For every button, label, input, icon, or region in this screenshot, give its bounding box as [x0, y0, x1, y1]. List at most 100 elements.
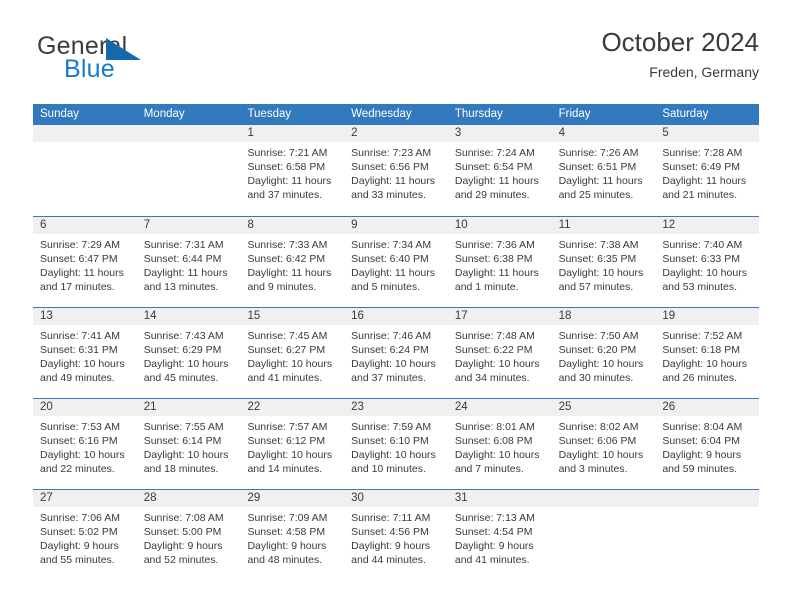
day-cell[interactable] — [33, 125, 137, 216]
day-details: Sunrise: 7:21 AM Sunset: 6:58 PM Dayligh… — [240, 142, 344, 202]
sunset-text: Sunset: 6:06 PM — [558, 435, 637, 448]
sunrise-text: Sunrise: 7:23 AM — [351, 147, 432, 159]
day-cell[interactable]: 25 Sunrise: 8:02 AM Sunset: 6:06 PM Dayl… — [551, 399, 656, 489]
day-cell[interactable] — [136, 125, 241, 216]
sunrise-text: Sunrise: 7:31 AM — [143, 239, 224, 251]
sunset-text: Sunset: 6:56 PM — [351, 161, 429, 174]
day-number: 7 — [136, 217, 241, 234]
daylight-text: Daylight: 9 hours and 52 minutes. — [143, 540, 223, 567]
day-cell[interactable] — [551, 490, 656, 580]
sunset-text: Sunset: 6:12 PM — [247, 435, 326, 448]
sunrise-text: Sunrise: 8:02 AM — [558, 421, 639, 433]
day-details: Sunrise: 7:09 AM Sunset: 4:58 PM Dayligh… — [240, 507, 344, 567]
daylight-text: Daylight: 10 hours and 7 minutes. — [454, 449, 540, 476]
page-title: October 2024 — [601, 27, 759, 57]
daylight-text: Daylight: 11 hours and 21 minutes. — [662, 175, 747, 202]
day-cell[interactable]: 9 Sunrise: 7:34 AM Sunset: 6:40 PM Dayli… — [344, 217, 448, 307]
sunrise-text: Sunrise: 7:59 AM — [351, 421, 432, 433]
daylight-text: Daylight: 10 hours and 57 minutes. — [558, 267, 644, 294]
daylight-text: Daylight: 10 hours and 26 minutes. — [662, 358, 747, 385]
day-details: Sunrise: 7:34 AM Sunset: 6:40 PM Dayligh… — [344, 234, 448, 294]
day-details: Sunrise: 7:33 AM Sunset: 6:42 PM Dayligh… — [240, 234, 344, 294]
day-details: Sunrise: 7:52 AM Sunset: 6:18 PM Dayligh… — [655, 325, 759, 385]
day-cell[interactable]: 12 Sunrise: 7:40 AM Sunset: 6:33 PM Dayl… — [655, 217, 760, 307]
day-cell[interactable]: 6 Sunrise: 7:29 AM Sunset: 6:47 PM Dayli… — [33, 217, 137, 307]
day-cell[interactable]: 14 Sunrise: 7:43 AM Sunset: 6:29 PM Dayl… — [136, 308, 241, 398]
daylight-text: Daylight: 10 hours and 34 minutes. — [454, 358, 540, 385]
day-cell[interactable]: 30 Sunrise: 7:11 AM Sunset: 4:56 PM Dayl… — [344, 490, 448, 580]
daylight-text: Daylight: 10 hours and 41 minutes. — [247, 358, 333, 385]
day-cell[interactable]: 10 Sunrise: 7:36 AM Sunset: 6:38 PM Dayl… — [447, 217, 552, 307]
day-cell[interactable]: 29 Sunrise: 7:09 AM Sunset: 4:58 PM Dayl… — [240, 490, 345, 580]
day-number: 3 — [447, 125, 552, 142]
day-cell[interactable]: 3 Sunrise: 7:24 AM Sunset: 6:54 PM Dayli… — [447, 125, 552, 216]
day-number: 27 — [33, 490, 137, 507]
day-cell[interactable]: 27 Sunrise: 7:06 AM Sunset: 5:02 PM Dayl… — [33, 490, 137, 580]
daylight-text: Daylight: 9 hours and 48 minutes. — [247, 540, 327, 567]
day-number: 25 — [551, 399, 656, 416]
day-details: Sunrise: 7:24 AM Sunset: 6:54 PM Dayligh… — [448, 142, 552, 202]
day-cell[interactable]: 22 Sunrise: 7:57 AM Sunset: 6:12 PM Dayl… — [240, 399, 345, 489]
sunset-text: Sunset: 6:31 PM — [40, 344, 118, 357]
day-cell[interactable]: 4 Sunrise: 7:26 AM Sunset: 6:51 PM Dayli… — [551, 125, 656, 216]
day-cell[interactable]: 20 Sunrise: 7:53 AM Sunset: 6:16 PM Dayl… — [33, 399, 137, 489]
daylight-text: Daylight: 10 hours and 14 minutes. — [247, 449, 333, 476]
day-cell[interactable]: 18 Sunrise: 7:50 AM Sunset: 6:20 PM Dayl… — [551, 308, 656, 398]
weekday-header-friday: Friday — [558, 108, 591, 120]
sunrise-text: Sunrise: 7:41 AM — [40, 330, 120, 342]
sunrise-text: Sunrise: 7:40 AM — [662, 239, 743, 251]
day-cell[interactable]: 23 Sunrise: 7:59 AM Sunset: 6:10 PM Dayl… — [344, 399, 448, 489]
week-row: 13 Sunrise: 7:41 AM Sunset: 6:31 PM Dayl… — [33, 307, 760, 398]
day-cell[interactable]: 7 Sunrise: 7:31 AM Sunset: 6:44 PM Dayli… — [136, 217, 241, 307]
day-details: Sunrise: 7:31 AM Sunset: 6:44 PM Dayligh… — [137, 234, 241, 294]
day-cell[interactable]: 5 Sunrise: 7:28 AM Sunset: 6:49 PM Dayli… — [655, 125, 760, 216]
day-number: 16 — [344, 308, 448, 325]
title-block: October 2024 Freden, Germany — [601, 27, 759, 80]
week-row: 1 Sunrise: 7:21 AM Sunset: 6:58 PM Dayli… — [33, 125, 760, 216]
day-cell[interactable]: 17 Sunrise: 7:48 AM Sunset: 6:22 PM Dayl… — [447, 308, 552, 398]
daylight-text: Daylight: 10 hours and 53 minutes. — [662, 267, 747, 294]
general-blue-logo[interactable]: General Blue — [33, 34, 263, 92]
day-number: 23 — [344, 399, 448, 416]
weekday-header-tuesday: Tuesday — [247, 108, 292, 120]
day-cell[interactable]: 2 Sunrise: 7:23 AM Sunset: 6:56 PM Dayli… — [344, 125, 448, 216]
day-number: 22 — [240, 399, 345, 416]
day-cell[interactable]: 21 Sunrise: 7:55 AM Sunset: 6:14 PM Dayl… — [136, 399, 241, 489]
daylight-text: Daylight: 9 hours and 59 minutes. — [662, 449, 742, 476]
day-cell[interactable]: 26 Sunrise: 8:04 AM Sunset: 6:04 PM Dayl… — [655, 399, 760, 489]
day-number: 30 — [344, 490, 448, 507]
day-number: 4 — [551, 125, 656, 142]
day-cell[interactable]: 13 Sunrise: 7:41 AM Sunset: 6:31 PM Dayl… — [33, 308, 137, 398]
day-details: Sunrise: 7:41 AM Sunset: 6:31 PM Dayligh… — [33, 325, 137, 385]
day-cell[interactable] — [655, 490, 760, 580]
day-cell[interactable]: 28 Sunrise: 7:08 AM Sunset: 5:00 PM Dayl… — [136, 490, 241, 580]
sunrise-text: Sunrise: 7:45 AM — [247, 330, 328, 342]
day-cell[interactable]: 8 Sunrise: 7:33 AM Sunset: 6:42 PM Dayli… — [240, 217, 345, 307]
daylight-text: Daylight: 10 hours and 3 minutes. — [558, 449, 644, 476]
sunrise-text: Sunrise: 7:46 AM — [351, 330, 432, 342]
sunset-text: Sunset: 4:56 PM — [351, 526, 429, 539]
day-details: Sunrise: 8:01 AM Sunset: 6:08 PM Dayligh… — [448, 416, 552, 476]
daylight-text: Daylight: 11 hours and 9 minutes. — [247, 267, 332, 294]
day-number: 26 — [655, 399, 760, 416]
sunset-text: Sunset: 6:08 PM — [454, 435, 533, 448]
daylight-text: Daylight: 11 hours and 37 minutes. — [247, 175, 332, 202]
day-cell[interactable]: 15 Sunrise: 7:45 AM Sunset: 6:27 PM Dayl… — [240, 308, 345, 398]
sunset-text: Sunset: 6:20 PM — [558, 344, 637, 357]
day-details: Sunrise: 7:26 AM Sunset: 6:51 PM Dayligh… — [552, 142, 656, 202]
day-details: Sunrise: 7:45 AM Sunset: 6:27 PM Dayligh… — [240, 325, 344, 385]
day-cell[interactable]: 11 Sunrise: 7:38 AM Sunset: 6:35 PM Dayl… — [551, 217, 656, 307]
sunrise-text: Sunrise: 7:43 AM — [143, 330, 224, 342]
day-number: 20 — [33, 399, 137, 416]
day-cell[interactable]: 1 Sunrise: 7:21 AM Sunset: 6:58 PM Dayli… — [240, 125, 345, 216]
daylight-text: Daylight: 9 hours and 55 minutes. — [40, 540, 119, 567]
day-cell[interactable]: 16 Sunrise: 7:46 AM Sunset: 6:24 PM Dayl… — [344, 308, 448, 398]
daylight-text: Daylight: 11 hours and 33 minutes. — [351, 175, 436, 202]
sunset-text: Sunset: 6:04 PM — [662, 435, 740, 448]
day-cell[interactable]: 31 Sunrise: 7:13 AM Sunset: 4:54 PM Dayl… — [447, 490, 552, 580]
daylight-text: Daylight: 10 hours and 37 minutes. — [351, 358, 436, 385]
day-cell[interactable]: 24 Sunrise: 8:01 AM Sunset: 6:08 PM Dayl… — [447, 399, 552, 489]
daylight-text: Daylight: 11 hours and 25 minutes. — [558, 175, 643, 202]
sunrise-text: Sunrise: 7:53 AM — [40, 421, 120, 433]
day-cell[interactable]: 19 Sunrise: 7:52 AM Sunset: 6:18 PM Dayl… — [655, 308, 760, 398]
